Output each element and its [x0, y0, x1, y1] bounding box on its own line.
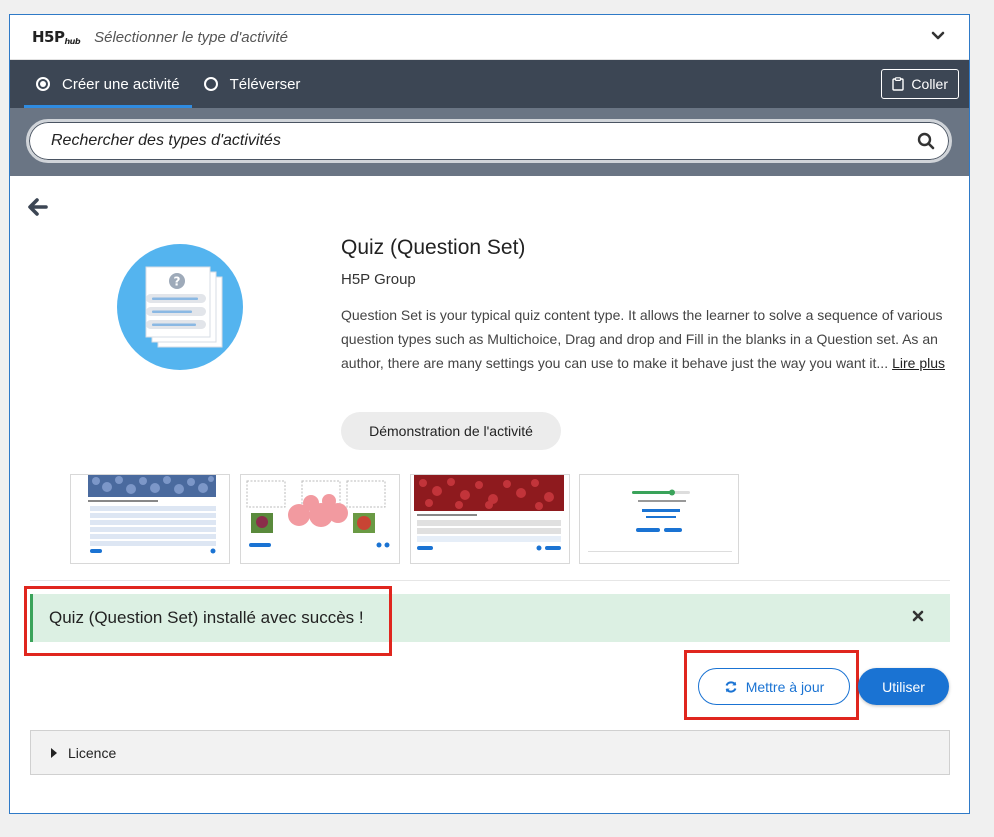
- refresh-icon: [725, 680, 737, 693]
- success-message-text: Quiz (Question Set) installé avec succès…: [49, 608, 364, 627]
- question-set-icon: ?: [117, 244, 243, 370]
- license-accordion[interactable]: Licence: [30, 730, 950, 775]
- chevron-down-icon[interactable]: [931, 29, 945, 43]
- content-type-title: Quiz (Question Set): [341, 236, 526, 259]
- update-button-label: Mettre à jour: [745, 678, 825, 695]
- h5p-hub-panel: H5Phub Sélectionner le type d'activité C…: [9, 14, 970, 814]
- radio-empty-icon: [203, 77, 218, 91]
- license-label: Licence: [68, 744, 117, 761]
- search-input[interactable]: [29, 122, 917, 160]
- close-icon[interactable]: [912, 610, 924, 622]
- svg-text:?: ?: [174, 275, 181, 289]
- paste-button[interactable]: Coller: [881, 69, 959, 99]
- screenshot-thumbnail[interactable]: [579, 474, 739, 564]
- update-button[interactable]: Mettre à jour: [698, 668, 850, 705]
- search-bar: [10, 108, 969, 176]
- clipboard-icon: [892, 77, 905, 91]
- tab-create-content[interactable]: Créer une activité: [24, 60, 192, 108]
- hub-title-bar[interactable]: H5Phub Sélectionner le type d'activité: [10, 15, 969, 60]
- radio-selected-icon: [36, 77, 50, 91]
- content-type-owner: H5P Group: [341, 271, 416, 288]
- h5p-hub-logo: H5Phub: [32, 28, 81, 46]
- search-box: [26, 119, 952, 163]
- search-icon[interactable]: [917, 132, 935, 150]
- screenshot-thumbnail[interactable]: [240, 474, 400, 564]
- demo-button[interactable]: Démonstration de l'activité: [341, 412, 561, 450]
- tab-create-content-label: Créer une activité: [62, 75, 180, 93]
- back-arrow-icon[interactable]: [28, 198, 48, 216]
- use-button[interactable]: Utiliser: [858, 668, 949, 705]
- tab-upload[interactable]: Téléverser: [192, 60, 313, 108]
- install-success-message: Quiz (Question Set) installé avec succès…: [30, 594, 950, 642]
- tab-upload-label: Téléverser: [229, 75, 301, 93]
- description-text: Question Set is your typical quiz conten…: [341, 307, 943, 371]
- hub-title: Sélectionner le type d'activité: [94, 28, 288, 46]
- screenshot-thumbnail[interactable]: [70, 474, 230, 564]
- read-more-link[interactable]: Lire plus: [892, 355, 945, 371]
- paste-button-label: Coller: [911, 76, 948, 92]
- tab-bar: Créer une activité Téléverser Coller: [10, 60, 969, 108]
- content-type-description: Question Set is your typical quiz conten…: [341, 303, 953, 375]
- divider: [30, 580, 950, 581]
- screenshot-thumbnail[interactable]: [410, 474, 570, 564]
- caret-right-icon: [51, 747, 57, 758]
